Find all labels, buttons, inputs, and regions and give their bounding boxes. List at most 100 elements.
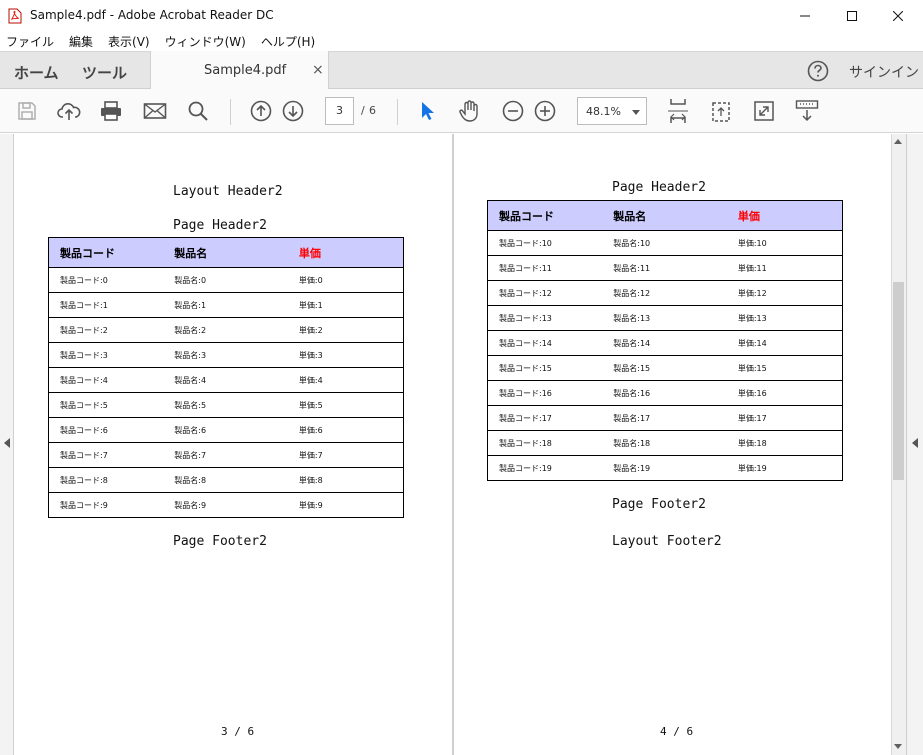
signin-link[interactable]: サインイン [849, 62, 919, 82]
pdf-page-4: Page Header2 製品コード 製品名 単価 製品コード:10 製品名:10… [454, 134, 891, 755]
menu-bar: ファイル 編集 表示(V) ウィンドウ(W) ヘルプ(H) [0, 31, 923, 51]
page-number-input[interactable]: 3 [325, 97, 354, 125]
save-icon [18, 102, 36, 120]
tab-document[interactable]: Sample4.pdf × [150, 51, 329, 90]
cell-product-name: 製品名:9 [163, 492, 288, 518]
table-row: 製品コード:14 製品名:14 単価:14 [487, 330, 843, 356]
full-screen-button[interactable] [751, 98, 777, 124]
cell-product-name: 製品名:7 [163, 442, 288, 468]
cell-price: 単価:11 [726, 255, 843, 281]
zoom-in-icon [534, 100, 556, 122]
layout-footer: Layout Footer2 [612, 534, 722, 549]
cell-price: 単価:1 [287, 292, 404, 318]
cell-price: 単価:6 [287, 417, 404, 443]
maximize-button[interactable] [829, 0, 875, 31]
minimize-button[interactable] [782, 0, 828, 31]
menu-file[interactable]: ファイル [6, 33, 54, 50]
search-icon [188, 101, 208, 121]
table-header-row: 製品コード 製品名 単価 [48, 237, 404, 268]
menu-window[interactable]: ウィンドウ(W) [165, 33, 246, 50]
table-header-row: 製品コード 製品名 単価 [487, 200, 843, 231]
scroll-up-arrow-icon[interactable] [894, 139, 902, 144]
cell-product-name: 製品名:15 [602, 355, 727, 381]
product-table: 製品コード 製品名 単価 製品コード:0 製品名:0 単価:0 製品コード:1 製品名… [48, 237, 404, 518]
column-header-product-code: 製品コード [487, 200, 603, 231]
minimize-icon [800, 15, 810, 16]
fit-width-button[interactable] [665, 98, 691, 124]
page-total: 6 [369, 104, 376, 117]
cell-product-name: 製品名:11 [602, 255, 727, 281]
menu-edit[interactable]: 編集 [69, 33, 93, 50]
pdf-file-icon [8, 8, 22, 24]
chevron-left-icon[interactable] [912, 438, 918, 448]
chevron-left-icon[interactable] [4, 438, 10, 448]
zoom-out-icon [502, 100, 524, 122]
zoom-dropdown[interactable]: 48.1% [577, 97, 647, 125]
email-button[interactable] [142, 98, 168, 124]
cell-product-name: 製品名:18 [602, 430, 727, 456]
zoom-in-button[interactable] [532, 98, 558, 124]
select-tool-button[interactable] [414, 98, 440, 124]
cell-product-name: 製品名:8 [163, 467, 288, 493]
cloud-upload-icon [57, 103, 81, 120]
cell-product-name: 製品名:4 [163, 367, 288, 393]
cell-product-code: 製品コード:2 [48, 317, 164, 343]
cell-price: 単価:2 [287, 317, 404, 343]
cell-product-name: 製品名:5 [163, 392, 288, 418]
cell-product-name: 製品名:14 [602, 330, 727, 356]
cell-product-name: 製品名:16 [602, 380, 727, 406]
cell-price: 単価:5 [287, 392, 404, 418]
mail-icon [143, 103, 167, 119]
cursor-arrow-icon [422, 102, 434, 120]
cell-price: 単価:12 [726, 280, 843, 306]
previous-page-button[interactable] [248, 98, 274, 124]
search-button[interactable] [185, 98, 211, 124]
cell-product-name: 製品名:10 [602, 230, 727, 256]
column-header-price: 単価 [287, 237, 404, 268]
page-header: Page Header2 [612, 180, 706, 195]
cell-product-name: 製品名:12 [602, 280, 727, 306]
cell-product-name: 製品名:13 [602, 305, 727, 331]
fit-page-scroll-icon [668, 99, 688, 123]
scrollbar-thumb[interactable] [893, 282, 904, 480]
cell-product-code: 製品コード:3 [48, 342, 164, 368]
keyboard-tools-button[interactable] [794, 98, 820, 124]
toolbar-divider [230, 99, 231, 125]
hand-tool-button[interactable] [457, 98, 483, 124]
cell-product-code: 製品コード:6 [48, 417, 164, 443]
cell-product-name: 製品名:17 [602, 405, 727, 431]
cell-product-code: 製品コード:4 [48, 367, 164, 393]
next-page-button[interactable] [280, 98, 306, 124]
scroll-down-arrow-icon[interactable] [894, 744, 902, 749]
cell-price: 単価:15 [726, 355, 843, 381]
help-icon[interactable] [807, 60, 829, 82]
table-row: 製品コード:12 製品名:12 単価:12 [487, 280, 843, 306]
cell-price: 単価:8 [287, 467, 404, 493]
tab-close-icon[interactable]: × [312, 62, 324, 78]
document-area[interactable]: Layout Header2 Page Header2 製品コード 製品名 単価… [0, 134, 923, 755]
expand-icon [754, 101, 774, 121]
cell-price: 単価:3 [287, 342, 404, 368]
tab-home[interactable]: ホーム [14, 62, 59, 83]
page-footer: Page Footer2 [173, 534, 267, 549]
column-header-product-name: 製品名 [163, 237, 288, 268]
cell-product-code: 製品コード:16 [487, 380, 603, 406]
menu-help[interactable]: ヘルプ(H) [261, 33, 315, 50]
column-header-price: 単価 [726, 200, 843, 231]
tab-tools[interactable]: ツール [82, 62, 127, 83]
close-window-button[interactable] [875, 0, 921, 31]
upload-cloud-button[interactable] [56, 98, 82, 124]
cell-product-name: 製品名:2 [163, 317, 288, 343]
cell-product-name: 製品名:0 [163, 267, 288, 293]
table-row: 製品コード:6 製品名:6 単価:6 [48, 417, 404, 443]
product-table: 製品コード 製品名 単価 製品コード:10 製品名:10 単価:10 製品コード:1… [487, 200, 843, 481]
arrow-down-circle-icon [282, 100, 304, 122]
save-button[interactable] [14, 98, 40, 124]
print-button[interactable] [98, 98, 124, 124]
cell-product-code: 製品コード:14 [487, 330, 603, 356]
cell-price: 単価:17 [726, 405, 843, 431]
zoom-out-button[interactable] [500, 98, 526, 124]
menu-view[interactable]: 表示(V) [108, 33, 150, 50]
cell-product-code: 製品コード:19 [487, 455, 603, 481]
rotate-view-button[interactable] [708, 98, 734, 124]
